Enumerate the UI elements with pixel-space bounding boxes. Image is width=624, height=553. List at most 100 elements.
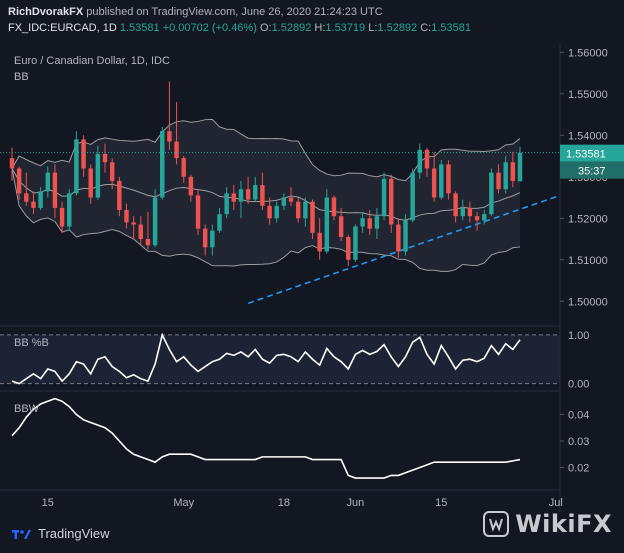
price-tick-label: 1.50000 [568, 296, 608, 308]
candle-body [45, 172, 50, 192]
candle-body [74, 139, 79, 194]
author-name[interactable]: RichDvorakFX [8, 6, 83, 18]
candle-body [367, 218, 372, 229]
bbw-pane: BBW [11, 397, 521, 479]
candle-body [317, 232, 322, 252]
candle [410, 168, 415, 223]
candle-body [324, 197, 330, 252]
candle-body [117, 180, 122, 210]
change-value: +0.00702 (+0.46%) [162, 22, 257, 34]
candle-body [446, 164, 451, 194]
tradingview-chart-screenshot: Euro / Canadian Dollar, 1D, IDC BB BB %B … [0, 0, 624, 553]
tradingview-footer[interactable]: TradingView [12, 526, 110, 541]
candle [167, 81, 172, 150]
candle-body [510, 162, 516, 181]
candle-body [431, 168, 437, 198]
candle-body [417, 149, 423, 173]
candle-body [403, 220, 408, 252]
publish-text: published on TradingView.com, June 26, 2… [86, 6, 383, 18]
bbw-tick-label: 0.04 [568, 410, 589, 422]
candle-body [360, 218, 365, 227]
candle-body [482, 214, 487, 221]
time-tick-label: Jun [347, 497, 365, 509]
candle-body [59, 207, 65, 227]
pctb-band-bg [0, 334, 560, 384]
candle-body [152, 197, 158, 246]
candle-body [124, 209, 129, 223]
candle-body [81, 139, 86, 169]
candle-body [188, 176, 194, 196]
bbw-line [11, 397, 521, 479]
publish-info: RichDvorakFX published on TradingView.co… [8, 6, 383, 18]
candle-body [260, 185, 265, 206]
symbol-label: FX_IDC:EURCAD, 1D [8, 22, 117, 34]
candle-body [224, 193, 229, 215]
high-label: H: [314, 22, 326, 34]
candle [195, 189, 201, 235]
candle-body [338, 216, 344, 237]
chart-canvas: Euro / Canadian Dollar, 1D, IDCBB BB %B … [0, 44, 624, 512]
main-pane: Euro / Canadian Dollar, 1D, IDC BB [0, 55, 561, 305]
candle-body [16, 168, 22, 194]
candle [489, 168, 494, 217]
price-tick-label: 1.52000 [568, 213, 608, 225]
ohlc-line: FX_IDC:EURCAD, 1D 1.53581 +0.00702 (+0.4… [8, 22, 471, 34]
time-tick-label: 15 [42, 497, 54, 509]
last-price-tag-text: 1.53581 [566, 149, 606, 161]
candle-body [138, 224, 144, 240]
candle-body [238, 189, 244, 202]
candle-body [181, 158, 186, 177]
candle-body [274, 205, 279, 219]
candle-body [245, 189, 251, 200]
candle-body [95, 153, 101, 198]
candle [388, 174, 394, 233]
bb-indicator-label: BB [14, 71, 29, 83]
candle-body [331, 197, 337, 217]
candle-body [489, 172, 494, 215]
candle-body [231, 193, 237, 202]
candle-body [253, 185, 258, 200]
time-tick-label: May [173, 497, 194, 509]
low-value: 1.52892 [377, 22, 418, 34]
candle-body [145, 239, 151, 246]
bb-percent-b-pane: BB %B [0, 332, 560, 385]
candle-body [374, 216, 380, 229]
chart-title: Euro / Canadian Dollar, 1D, IDC [14, 55, 170, 67]
candle-body [288, 197, 294, 202]
countdown-tag-text: 35:37 [578, 166, 606, 178]
last-price: 1.53581 [119, 22, 160, 34]
tradingview-logo-icon [12, 529, 31, 539]
time-tick-label: 15 [435, 497, 447, 509]
candle-body [31, 201, 36, 208]
candle-body [102, 153, 108, 163]
candle-body [267, 205, 272, 219]
grid-layer [0, 44, 561, 512]
wikifx-text: WikiFX [515, 510, 612, 538]
candle-body [210, 230, 215, 248]
candle-body [388, 178, 394, 225]
candle-body [109, 162, 115, 181]
candle [74, 131, 79, 196]
candle-body [439, 164, 444, 198]
close-value: 1.53581 [431, 22, 471, 34]
pctb-tick-label: 0.00 [568, 379, 589, 391]
candle-body [295, 201, 301, 219]
candle [160, 126, 165, 200]
axes-layer: 1.560001.550001.540001.530001.520001.510… [42, 47, 624, 509]
high-value: 1.53719 [325, 22, 366, 34]
candle-body [160, 131, 165, 198]
open-value: 1.52892 [271, 22, 312, 34]
candle-body [67, 193, 72, 227]
price-tick-label: 1.54000 [568, 130, 608, 142]
candle-body [353, 226, 358, 260]
candle [152, 189, 158, 248]
wikifx-logo-icon [483, 511, 510, 537]
candle-body [310, 201, 315, 233]
candle-body [517, 152, 523, 182]
candle-body [174, 141, 179, 159]
price-tick-label: 1.56000 [568, 47, 608, 59]
candle-body [396, 224, 401, 252]
candle-body [453, 193, 458, 217]
candle-body [474, 216, 480, 221]
candle-body [281, 197, 287, 206]
